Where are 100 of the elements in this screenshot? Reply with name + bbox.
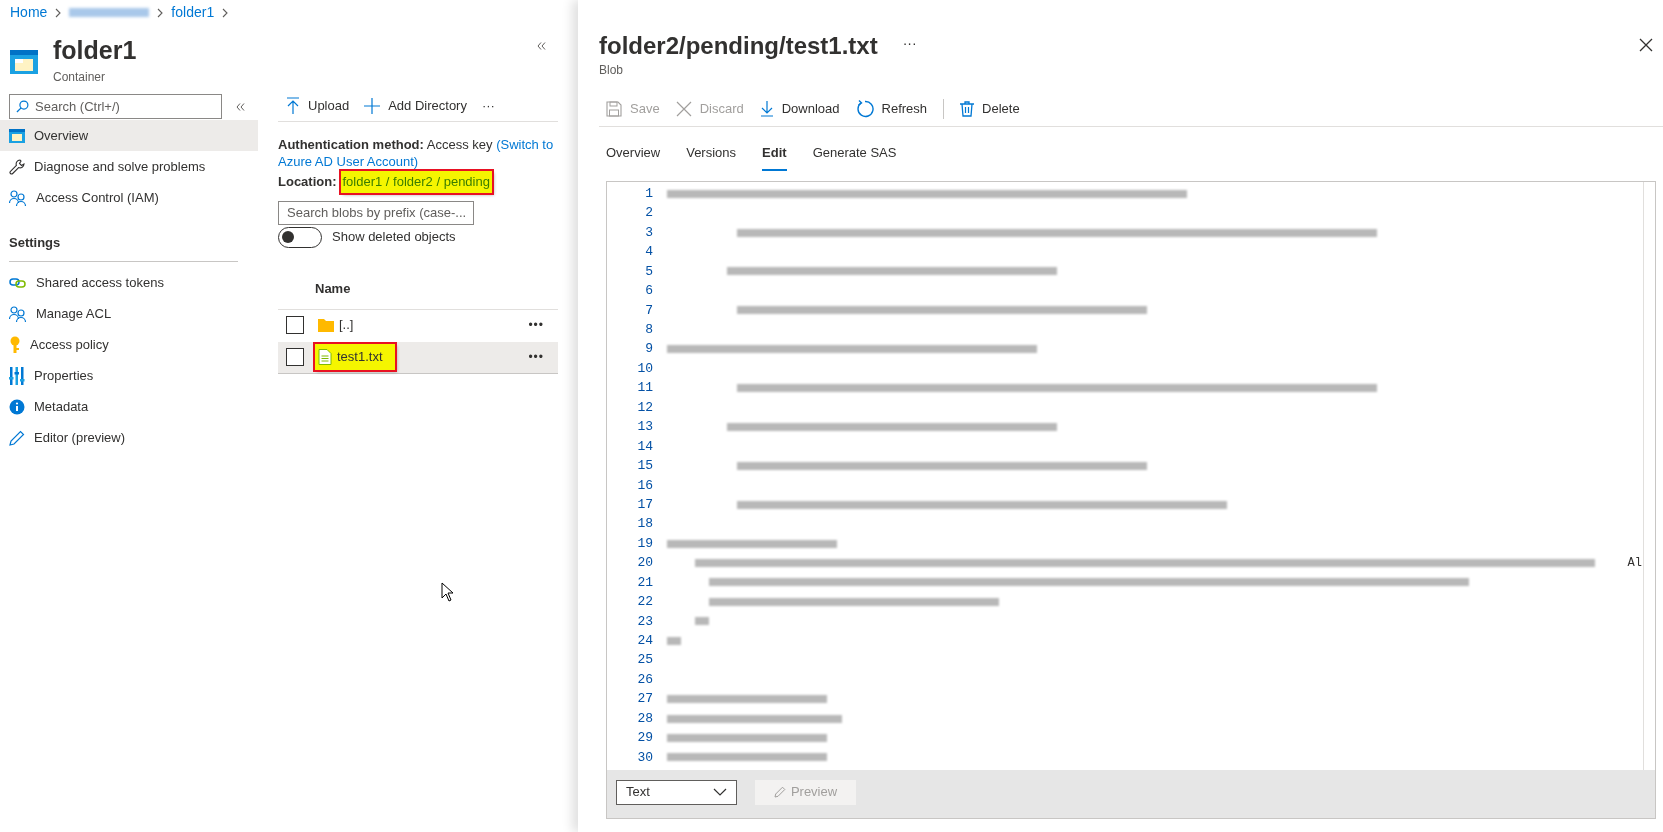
more-button[interactable]: ••• (528, 348, 544, 366)
tab[interactable]: Versions (686, 137, 737, 171)
wrench-icon (9, 158, 25, 175)
breadcrumb-link[interactable]: Home (10, 2, 48, 23)
line-number: 25 (636, 651, 653, 670)
refresh-icon (855, 99, 874, 118)
plus-icon (364, 97, 381, 114)
more-button[interactable]: ••• (528, 316, 544, 334)
breadcrumb-link[interactable]: folder1 (171, 2, 215, 23)
container-icon (9, 128, 25, 143)
collapse-menu-icon[interactable] (236, 102, 245, 111)
menu-item[interactable]: Metadata (0, 391, 258, 423)
menu-item[interactable]: Access policy (0, 329, 258, 361)
line-number: 6 (644, 282, 653, 301)
line-number: 21 (636, 573, 653, 592)
menu-item[interactable]: Properties (0, 360, 258, 392)
line-number: 24 (636, 632, 653, 651)
line-number: 5 (644, 262, 653, 281)
line-number: 9 (644, 340, 653, 359)
more-button[interactable]: ··· (902, 33, 917, 54)
auth-method-text: Authentication method: Access key (Switch to Azure AD User Account) (278, 137, 554, 169)
folder-icon (318, 318, 334, 332)
line-number: 4 (644, 243, 653, 262)
panel-title: folder2/pending/test1.txt (599, 31, 878, 61)
line-number: 3 (644, 223, 653, 242)
mouse-cursor-icon (441, 582, 454, 602)
file-name-cell[interactable]: [..] (315, 315, 357, 335)
line-number: 7 (644, 301, 653, 320)
trash-icon (960, 100, 975, 117)
properties-bars-icon (9, 367, 25, 385)
toolbar-button[interactable]: Upload (286, 95, 350, 116)
key-icon (9, 336, 21, 354)
line-number: 18 (636, 515, 653, 534)
line-number: 2 (644, 204, 653, 223)
people-icon (9, 189, 27, 206)
line-number: 19 (636, 534, 653, 553)
more-button[interactable]: ··· (481, 95, 495, 116)
column-header[interactable]: Name (315, 279, 351, 299)
location-path[interactable]: folder1 / folder2 / pending (340, 171, 492, 193)
chain-link-icon (9, 277, 27, 289)
checkbox[interactable] (286, 348, 304, 366)
menu-search-field[interactable]: Search (Ctrl+/) (9, 94, 222, 119)
info-icon (9, 399, 25, 415)
line-number: 30 (636, 748, 653, 767)
line-number: 8 (644, 321, 653, 340)
pencil-icon (9, 430, 25, 446)
language-dropdown[interactable]: Text (616, 779, 737, 805)
line-number: 1 (644, 184, 653, 203)
table-row[interactable]: [..] ••• (278, 309, 558, 342)
page-title: folder1 (53, 35, 137, 66)
people-icon (9, 306, 27, 322)
line-number: 12 (636, 398, 653, 417)
save-icon (606, 100, 622, 117)
line-number: 22 (636, 593, 653, 612)
toolbar-button[interactable]: Download (759, 98, 840, 119)
line-number: 29 (636, 729, 653, 748)
menu-item[interactable]: Shared access tokens (0, 267, 258, 299)
section-heading: Settings (8, 234, 62, 252)
search-icon (16, 100, 29, 113)
menu-item[interactable]: Access Control (IAM) (0, 182, 258, 213)
toolbar-button[interactable]: Refresh (855, 98, 928, 119)
collapse-icon[interactable] (537, 42, 546, 50)
line-number: 27 (636, 690, 653, 709)
line-number: 14 (636, 437, 653, 456)
menu-item[interactable]: Manage ACL (0, 298, 258, 330)
line-number: 13 (636, 418, 653, 437)
close-icon (675, 100, 692, 117)
chevron-right-icon (222, 7, 229, 18)
menu-item[interactable]: Editor (preview) (0, 422, 258, 454)
location-label: Location: (278, 173, 337, 191)
pencil-icon (773, 786, 786, 798)
chevron-right-icon (157, 7, 164, 18)
tab[interactable]: Overview (606, 137, 661, 171)
line-number: 10 (636, 359, 653, 378)
table-row[interactable]: test1.txt ••• (278, 341, 558, 374)
toolbar-button[interactable]: Add Directory (364, 95, 467, 116)
container-icon (9, 48, 39, 76)
close-icon[interactable] (1639, 38, 1653, 52)
line-number: 15 (636, 457, 653, 476)
chevron-right-icon (55, 7, 62, 18)
upload-icon (286, 96, 300, 115)
tab[interactable]: Edit (762, 137, 787, 171)
code-text: Al (1627, 555, 1642, 573)
panel-subtitle: Blob (599, 62, 625, 79)
line-number: 26 (636, 670, 653, 689)
line-number: 28 (636, 709, 653, 728)
line-number: 16 (636, 476, 653, 495)
tab[interactable]: Generate SAS (812, 137, 897, 171)
menu-item[interactable]: Diagnose and solve problems (0, 151, 258, 182)
toolbar-button[interactable]: Delete (960, 98, 1020, 119)
page-subtitle: Container (53, 69, 107, 86)
checkbox[interactable] (286, 316, 304, 334)
line-number: 23 (636, 612, 653, 631)
toggle-label: Show deleted objects (332, 228, 456, 247)
line-number: 11 (636, 379, 653, 398)
blob-search-field[interactable]: Search blobs by prefix (case-... (278, 200, 474, 225)
menu-item[interactable]: Overview (0, 120, 258, 151)
line-number: 20 (636, 554, 653, 573)
file-name-cell[interactable]: test1.txt (315, 344, 395, 370)
file-icon (318, 349, 332, 365)
